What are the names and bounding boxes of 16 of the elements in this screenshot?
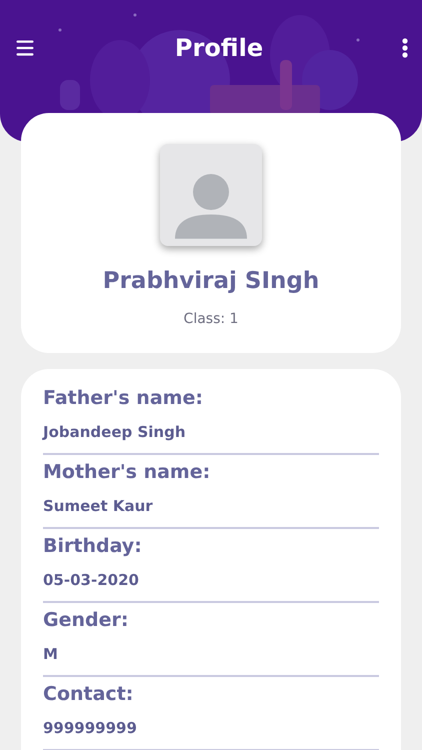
more-button[interactable] bbox=[402, 38, 408, 58]
class-label: Class: 1 bbox=[184, 310, 238, 328]
field-label: Mother's name: bbox=[43, 460, 212, 485]
page-title: Profile bbox=[174, 33, 264, 64]
field-label: Birthday: bbox=[43, 534, 143, 559]
field-value: Sumeet Kaur bbox=[43, 496, 154, 516]
field-label: Father's name: bbox=[43, 386, 204, 411]
field-value: M bbox=[43, 644, 59, 664]
student-name: Prabhviraj SIngh bbox=[102, 267, 320, 296]
field-value: 05-03-2020 bbox=[43, 570, 140, 590]
more-icon bbox=[402, 38, 408, 58]
avatar-icon bbox=[160, 144, 262, 246]
field-value: 999999999 bbox=[43, 718, 138, 738]
field-label: Contact: bbox=[43, 682, 134, 707]
field-value: Jobandeep Singh bbox=[43, 422, 187, 442]
field-label: Gender: bbox=[43, 608, 130, 633]
